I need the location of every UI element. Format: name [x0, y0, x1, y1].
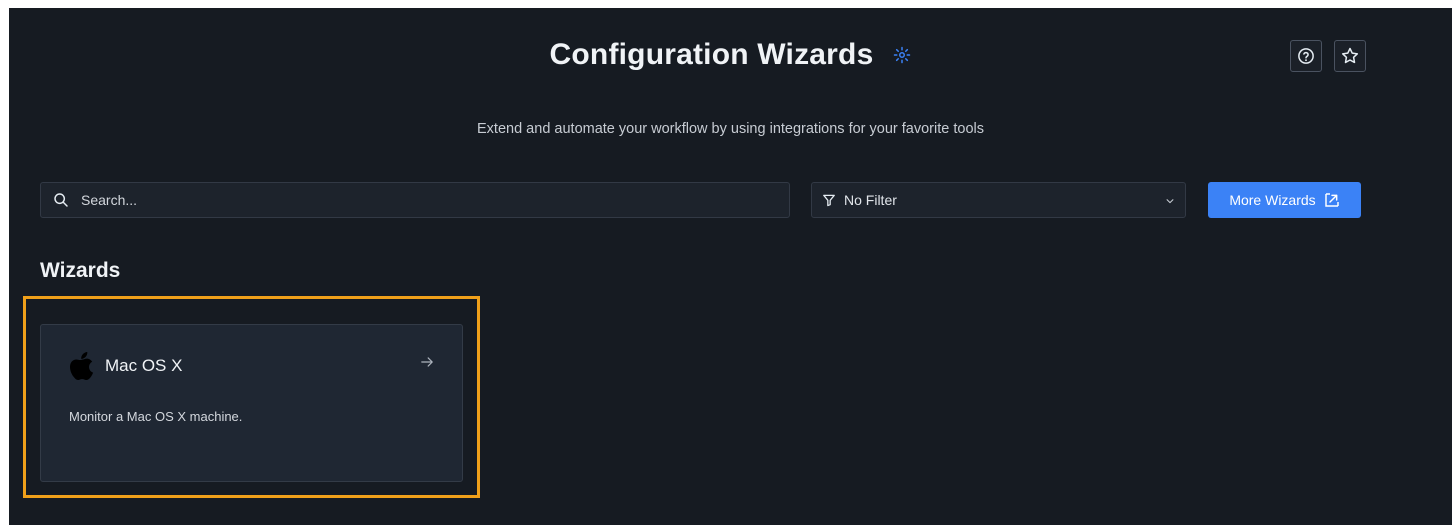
arrow-right-icon	[421, 357, 433, 367]
page-subtitle: Extend and automate your workflow by usi…	[477, 121, 984, 137]
star-icon	[1341, 47, 1359, 64]
question-circle-icon	[1298, 48, 1314, 64]
card-header: Mac OS X	[69, 351, 182, 381]
chevron-down-icon	[1166, 199, 1174, 204]
external-link-icon	[1324, 193, 1339, 207]
apple-logo-icon	[70, 352, 94, 380]
more-wizards-button[interactable]: More Wizards	[1208, 182, 1361, 218]
wizard-card-title: Mac OS X	[105, 356, 183, 375]
search-icon	[54, 193, 68, 207]
wizard-card-mac-os-x[interactable]: Mac OS X Monitor a Mac OS X machine.	[40, 324, 463, 482]
top-actions	[1290, 40, 1366, 72]
filter-select[interactable]: No Filter	[811, 182, 1186, 218]
title-wrap: Configuration Wizards	[550, 38, 912, 72]
wizard-card-description: Monitor a Mac OS X machine.	[69, 409, 243, 424]
search-box[interactable]	[40, 182, 790, 218]
more-wizards-label: More Wizards	[1229, 192, 1316, 208]
funnel-icon	[823, 194, 835, 207]
page-title: Configuration Wizards	[549, 38, 874, 71]
help-button[interactable]	[1290, 40, 1322, 72]
filter-selected-value: No Filter	[844, 192, 897, 208]
search-input[interactable]	[79, 191, 763, 209]
wizards-page: Configuration Wizards Extend and automat…	[9, 8, 1452, 525]
favorite-button[interactable]	[1334, 40, 1366, 72]
gear-icon[interactable]	[893, 46, 911, 64]
section-heading: Wizards	[40, 259, 121, 282]
page-header: Configuration Wizards	[9, 38, 1452, 82]
